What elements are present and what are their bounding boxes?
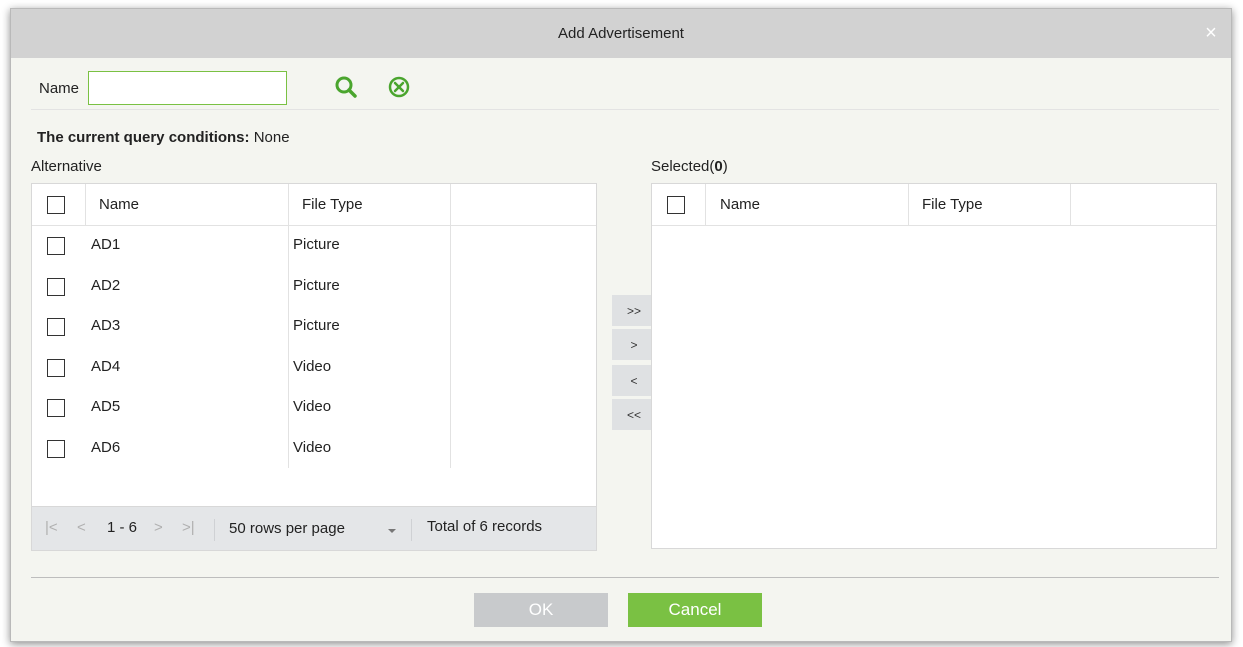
row-checkbox[interactable] — [47, 237, 65, 255]
column-header-name[interactable]: Name — [720, 196, 760, 213]
search-divider — [31, 109, 1219, 110]
column-divider — [908, 184, 909, 226]
selected-label-suffix: ) — [722, 158, 728, 175]
cell-name: AD5 — [91, 398, 121, 415]
chevron-down-icon[interactable] — [387, 527, 397, 535]
cell-name: AD3 — [91, 317, 121, 334]
row-checkbox[interactable] — [47, 277, 65, 296]
total-records: Total of 6 records — [427, 518, 543, 535]
pagination-bar: |< < 1 - 6 > >| 50 rows per page Total o… — [32, 506, 596, 550]
dialog-title: Add Advertisement — [558, 25, 684, 42]
selected-count: 0 — [714, 158, 723, 175]
footer-divider — [31, 577, 1219, 578]
cell-file-type: Picture — [293, 317, 340, 334]
table-row[interactable]: AD3 Picture — [32, 307, 596, 348]
table-row[interactable]: AD2 Picture — [32, 267, 596, 308]
page-range: 1 - 6 — [107, 519, 138, 536]
rows-per-page-select[interactable]: 50 rows per page — [229, 520, 345, 537]
ok-button[interactable]: OK — [474, 593, 608, 627]
close-icon[interactable]: × — [1201, 23, 1221, 43]
column-header-file-type[interactable]: File Type — [922, 196, 983, 213]
alternative-label: Alternative — [31, 158, 102, 175]
cell-name: AD4 — [91, 357, 121, 375]
prev-page-button[interactable]: < — [77, 519, 86, 536]
table-row[interactable]: AD6 Video — [32, 429, 596, 470]
selected-label-prefix: Selected( — [651, 158, 715, 175]
column-header-name[interactable]: Name — [99, 196, 139, 213]
last-page-button[interactable]: >| — [182, 519, 195, 536]
cell-file-type: Picture — [293, 276, 340, 294]
alternative-grid: Name File Type AD1 Picture AD2 Picture AD3 Pi… — [31, 183, 597, 551]
column-divider — [85, 184, 86, 226]
alternative-grid-header: Name File Type — [32, 184, 596, 226]
cell-name: AD1 — [91, 236, 121, 253]
row-checkbox[interactable] — [47, 358, 65, 377]
selected-label: Selected(0) — [651, 158, 728, 175]
dialog-titlebar: Add Advertisement × — [11, 9, 1231, 58]
move-all-right-button[interactable]: >> — [612, 295, 656, 326]
column-divider — [705, 184, 706, 226]
row-checkbox[interactable] — [47, 439, 65, 458]
selected-grid: Name File Type — [651, 183, 1217, 549]
name-search-input[interactable] — [88, 71, 288, 105]
clear-circle-icon[interactable] — [387, 75, 413, 101]
cell-name: AD2 — [91, 276, 121, 294]
cell-file-type: Video — [293, 357, 332, 375]
first-page-button[interactable]: |< — [45, 519, 58, 536]
move-right-button[interactable]: > — [612, 329, 656, 360]
column-divider — [1070, 184, 1071, 226]
cell-name: AD6 — [91, 438, 121, 456]
query-conditions: The current query conditions: None — [37, 129, 290, 146]
column-divider — [450, 184, 451, 226]
row-checkbox[interactable] — [47, 318, 65, 336]
search-icon[interactable] — [333, 74, 359, 100]
selected-grid-header: Name File Type — [652, 184, 1216, 226]
name-label: Name — [39, 79, 80, 97]
table-row[interactable]: AD1 Picture — [32, 226, 596, 267]
pager-divider — [214, 519, 215, 541]
move-all-left-button[interactable]: << — [612, 399, 656, 430]
column-header-file-type[interactable]: File Type — [302, 196, 363, 213]
search-row: Name — [39, 71, 288, 105]
cell-file-type: Picture — [293, 236, 340, 253]
table-row[interactable]: AD5 Video — [32, 388, 596, 429]
pager-divider — [411, 519, 412, 541]
row-checkbox[interactable] — [47, 399, 65, 417]
cell-file-type: Video — [293, 398, 332, 415]
column-divider — [288, 184, 289, 226]
query-conditions-value: None — [253, 129, 290, 146]
selected-select-all-checkbox[interactable] — [667, 196, 685, 214]
table-row[interactable]: AD4 Video — [32, 348, 596, 389]
move-left-button[interactable]: < — [612, 365, 656, 396]
query-conditions-label: The current query conditions: — [37, 129, 250, 146]
cancel-button[interactable]: Cancel — [628, 593, 762, 627]
alternative-select-all-checkbox[interactable] — [47, 196, 65, 214]
add-advertisement-dialog: Add Advertisement × Name The current que… — [10, 8, 1232, 642]
next-page-button[interactable]: > — [154, 519, 163, 536]
cell-file-type: Video — [293, 438, 332, 456]
